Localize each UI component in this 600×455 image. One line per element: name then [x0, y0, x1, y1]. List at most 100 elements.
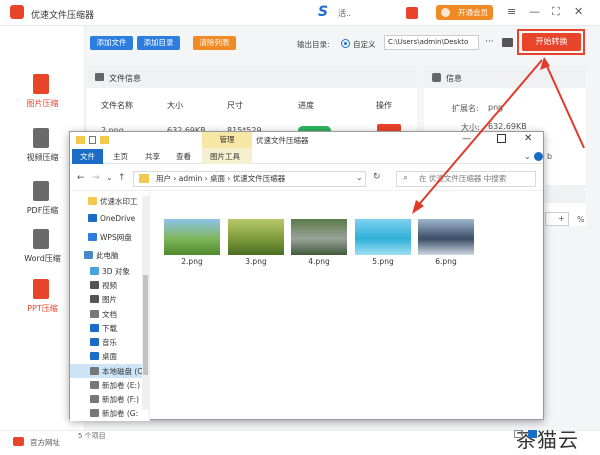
video-file-icon — [33, 128, 49, 148]
search-icon: ⌕ — [403, 173, 409, 183]
custom-radio[interactable] — [341, 39, 350, 48]
nav-item[interactable]: 3D 对象 — [90, 266, 130, 277]
image-thumbnail[interactable] — [291, 219, 347, 255]
doc-file-icon — [33, 229, 49, 249]
nav-item-label: 新加卷 (E:) — [102, 381, 141, 390]
gear-icon — [432, 73, 441, 82]
vip-icon[interactable] — [406, 7, 418, 19]
info-text: b — [547, 152, 553, 161]
nav-item-label: 音乐 — [102, 338, 117, 347]
start-convert-button[interactable]: 开始转换 — [522, 33, 581, 51]
nav-item[interactable]: 桌面 — [90, 351, 117, 362]
image-thumbnail[interactable] — [418, 219, 474, 255]
nav-item[interactable]: 本地磁盘 (C — [90, 366, 143, 377]
nav-item[interactable]: 文档 — [90, 309, 117, 320]
chevron-down-icon[interactable]: ⌄ — [106, 173, 113, 182]
nav-item[interactable]: 新加卷 (E:) — [90, 380, 140, 391]
image-thumbnail[interactable] — [164, 219, 220, 255]
nav-item[interactable]: 下载 — [90, 323, 117, 334]
image-thumbnail[interactable] — [228, 219, 284, 255]
details-view-icon[interactable] — [514, 430, 523, 438]
folder-icon — [100, 136, 109, 144]
up-arrow-icon[interactable]: ↑ — [118, 173, 126, 183]
more-options-button[interactable]: ··· — [485, 37, 494, 47]
add-file-button[interactable]: 添加文件 — [90, 36, 133, 50]
maximize-icon[interactable] — [497, 134, 506, 143]
manage-tab[interactable]: 管理 — [202, 132, 252, 148]
scrollbar-thumb[interactable] — [143, 275, 148, 375]
output-path-input[interactable]: C:\Users\admin\Deskto — [384, 35, 479, 50]
nav-item-label: 桌面 — [102, 352, 117, 361]
nav-item[interactable]: OneDrive — [88, 214, 135, 223]
info-panel-title: 信息 — [446, 74, 462, 83]
sidebar-item-label: 图片压缩 — [26, 99, 59, 108]
column-header: 文件名称 — [101, 101, 133, 110]
status-bar: 5 个项目 — [78, 432, 106, 440]
nav-item[interactable]: 新加卷 (G: — [90, 408, 138, 419]
size-value: 632.69KB — [488, 122, 527, 131]
brand-logo-icon: S — [318, 4, 329, 20]
brand-text: 活.. — [338, 9, 352, 18]
nav-item[interactable]: 优速水印工 — [88, 196, 138, 207]
maximize-icon[interactable]: ⛶ — [552, 6, 560, 18]
thumbnail-label: 6.png — [435, 257, 457, 266]
app-title: 优速文件压缩器 — [31, 11, 95, 21]
close-icon[interactable]: ✕ — [574, 6, 583, 18]
minimize-icon[interactable]: — — [462, 134, 471, 144]
help-icon[interactable] — [534, 152, 543, 161]
nav-item[interactable]: 音乐 — [90, 337, 117, 348]
chevron-down-icon[interactable]: ⌄ — [356, 173, 363, 182]
forward-arrow-icon[interactable]: → — [92, 173, 100, 183]
nav-item-label: 优速水印工 — [100, 197, 138, 206]
clear-list-button[interactable]: 清除列表 — [193, 36, 236, 50]
nav-item[interactable]: 视频 — [90, 280, 117, 291]
official-site-link[interactable]: 官方网址 — [30, 437, 60, 448]
nav-item[interactable]: 新加卷 (F:) — [90, 394, 139, 405]
search-input[interactable]: 在 优速文件压缩器 中搜索 — [396, 171, 536, 187]
nav-item[interactable]: 此电脑 — [84, 250, 119, 261]
drive-icon — [90, 395, 99, 403]
ext-label: 扩展名: — [452, 104, 479, 113]
open-folder-icon[interactable] — [502, 38, 513, 47]
music-icon — [90, 338, 99, 346]
column-header: 操作 — [376, 101, 392, 110]
output-dir-label: 输出目录: — [297, 40, 330, 49]
drive-icon — [90, 367, 99, 375]
image-thumbnail[interactable] — [355, 219, 411, 255]
refresh-icon[interactable]: ↻ — [373, 172, 381, 182]
tab-view[interactable]: 查看 — [176, 151, 191, 162]
nav-item[interactable]: WPS网盘 — [88, 232, 132, 243]
folder-icon — [139, 174, 149, 183]
nav-item-label: 本地磁盘 (C — [102, 367, 143, 376]
menu-icon[interactable]: ≡ — [507, 6, 516, 18]
tab-home[interactable]: 主页 — [113, 151, 128, 162]
plus-button[interactable]: + — [558, 214, 565, 223]
nav-item[interactable]: 图片 — [90, 294, 117, 305]
quality-input[interactable] — [545, 212, 569, 226]
minimize-icon[interactable]: — — [529, 6, 540, 18]
folder-icon — [76, 136, 85, 144]
sidebar-item-image[interactable]: 图片压缩 — [0, 66, 85, 128]
nav-item-label: 图片 — [102, 295, 117, 304]
breadcrumb[interactable]: 用户 › admin › 桌面 › 优速文件压缩器 — [133, 171, 366, 187]
nav-item-label: 文档 — [102, 310, 117, 319]
explorer-title: 优速文件压缩器 — [256, 136, 309, 145]
back-arrow-icon[interactable]: ← — [77, 173, 85, 183]
cloud-icon — [88, 214, 97, 222]
image-file-icon — [33, 74, 49, 94]
tab-share[interactable]: 共享 — [145, 151, 160, 162]
image-icon — [95, 73, 104, 81]
large-icons-view-icon[interactable] — [528, 430, 537, 438]
add-folder-button[interactable]: 添加目录 — [137, 36, 180, 50]
cube-icon — [90, 267, 99, 275]
settings-section — [545, 185, 586, 203]
column-header: 尺寸 — [227, 101, 243, 110]
percent-label: % — [577, 215, 585, 224]
close-icon[interactable]: ✕ — [524, 133, 532, 144]
chevron-down-icon[interactable]: ⌄ — [524, 152, 531, 161]
computer-icon — [84, 251, 93, 259]
tab-file[interactable]: 文件 — [72, 149, 103, 164]
pdf-file-icon — [33, 181, 49, 201]
tab-picture-tools[interactable]: 图片工具 — [210, 151, 240, 162]
document-icon — [90, 310, 99, 318]
